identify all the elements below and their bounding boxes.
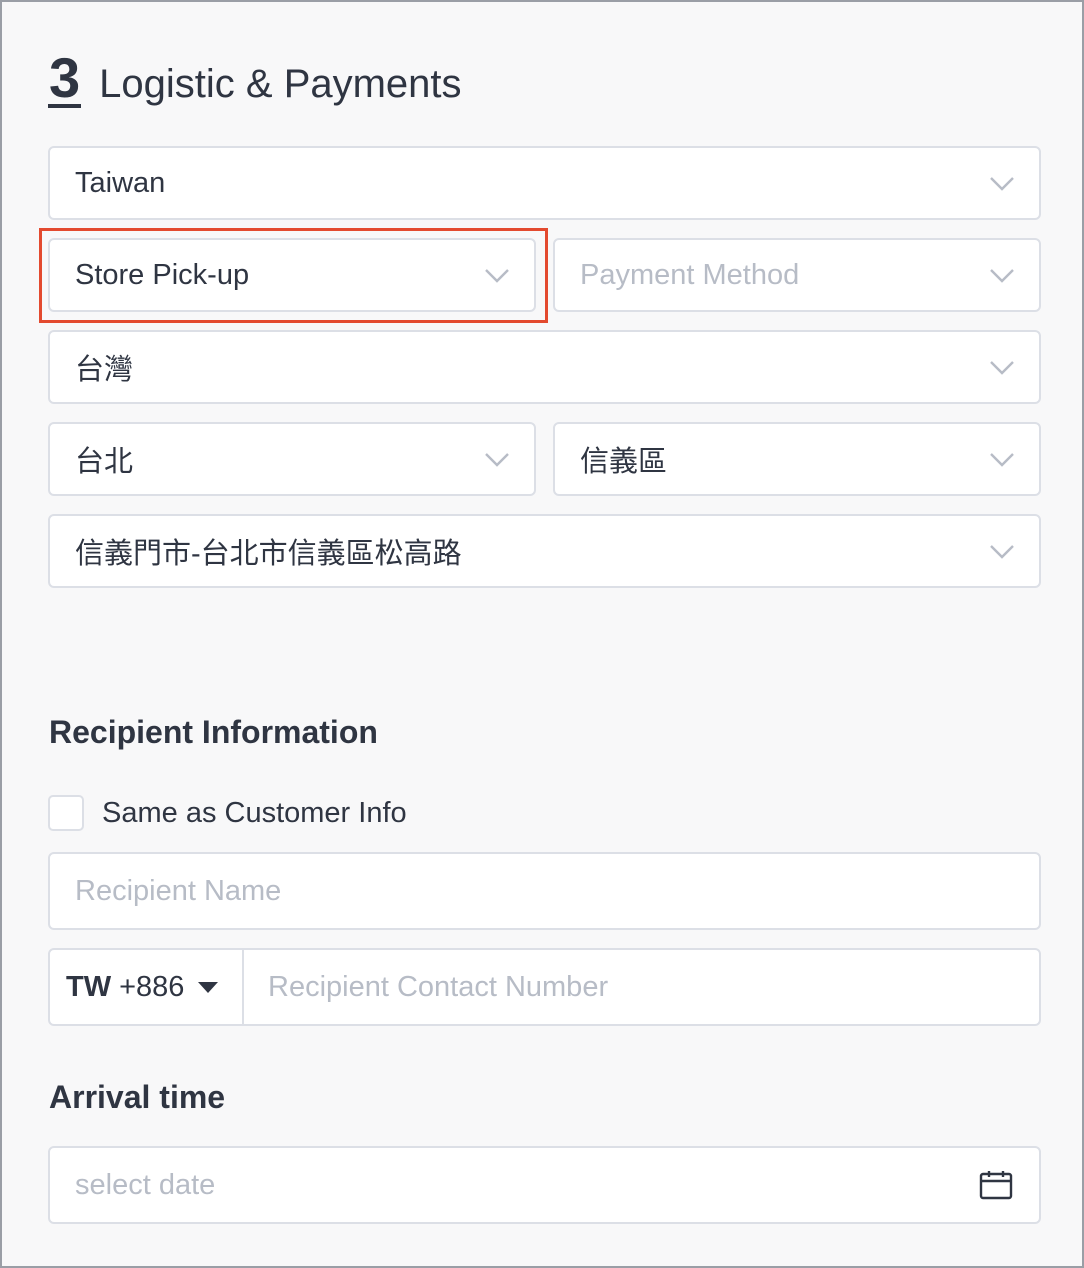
city-select[interactable]: 台北 [48,422,536,496]
district-value: 信義區 [580,446,668,478]
same-as-customer-label[interactable]: Same as Customer Info [102,797,407,830]
chevron-down-icon [987,352,1017,382]
chevron-down-icon [482,444,512,474]
chevron-down-icon [987,444,1017,474]
shipping-method-select[interactable]: Store Pick-up [48,238,536,312]
region-select[interactable]: 台灣 [48,330,1041,404]
payment-method-select[interactable]: Payment Method [553,238,1041,312]
country-value: Taiwan [75,166,166,199]
logistics-panel: 3 Logistic & Payments Taiwan Store Pick-… [0,0,1084,1268]
country-code-select[interactable]: TW +886 [50,950,244,1024]
chevron-down-icon [987,260,1017,290]
payment-method-placeholder: Payment Method [580,258,800,291]
recipient-name-placeholder: Recipient Name [75,874,282,907]
calendar-icon[interactable] [979,1170,1013,1200]
phone-field: TW +886 Recipient Contact Number [48,948,1041,1026]
phone-country: TW [66,970,112,1003]
region-value: 台灣 [75,354,134,386]
chevron-down-icon [482,260,512,290]
city-value: 台北 [75,446,134,478]
recipient-title: Recipient Information [49,714,378,750]
district-select[interactable]: 信義區 [553,422,1041,496]
section-header: 3 Logistic & Payments [48,46,462,116]
phone-code: +886 [119,970,185,1003]
same-as-customer-checkbox[interactable] [48,795,84,831]
store-value: 信義門市-台北市信義區松高路 [75,538,462,570]
arrival-date-input[interactable]: select date [48,1146,1041,1224]
store-select[interactable]: 信義門市-台北市信義區松高路 [48,514,1041,588]
recipient-name-input[interactable]: Recipient Name [48,852,1041,930]
section-title: Logistic & Payments [99,62,462,106]
step-number: 3 [48,46,82,109]
recipient-contact-placeholder: Recipient Contact Number [268,970,609,1003]
arrival-title: Arrival time [49,1079,226,1115]
country-select[interactable]: Taiwan [48,146,1041,220]
chevron-down-icon [987,168,1017,198]
recipient-contact-input[interactable]: Recipient Contact Number [244,950,1039,1024]
shipping-method-value: Store Pick-up [75,258,250,291]
chevron-down-icon [987,536,1017,566]
caret-down-icon [198,981,219,993]
arrival-date-placeholder: select date [75,1168,216,1201]
same-as-customer-row[interactable]: Same as Customer Info [48,794,407,832]
